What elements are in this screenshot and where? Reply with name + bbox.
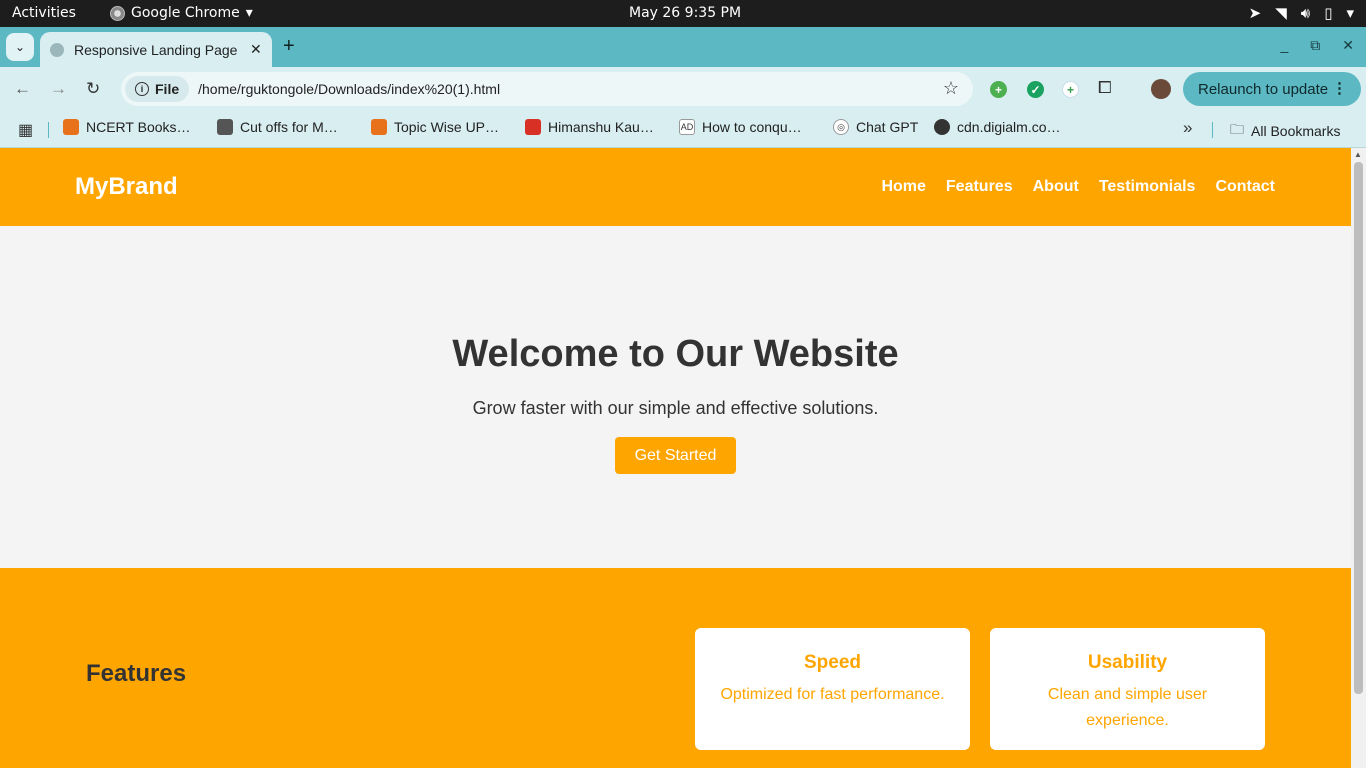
- bookmark-label: Himanshu Kau…: [548, 119, 654, 135]
- app-menu[interactable]: Google Chrome ▾: [110, 5, 253, 21]
- feature-card: Speed Optimized for fast performance.: [695, 628, 970, 750]
- clock[interactable]: May 26 9:35 PM: [629, 5, 741, 21]
- bookmark-favicon-icon: AD: [679, 119, 695, 135]
- new-tab-button[interactable]: +: [283, 35, 295, 58]
- hero-heading: Welcome to Our Website: [452, 333, 899, 375]
- more-bookmarks-icon[interactable]: »: [1183, 118, 1192, 138]
- nav-link-about[interactable]: About: [1033, 178, 1079, 196]
- site-nav: Home Features About Testimonials Contact: [881, 178, 1275, 196]
- extension-plus-icon[interactable]: +: [990, 81, 1007, 98]
- nav-link-features[interactable]: Features: [946, 178, 1013, 196]
- volume-icon[interactable]: 🔊︎: [1301, 4, 1310, 22]
- folder-icon: 🗀: [1230, 121, 1244, 137]
- address-bar[interactable]: i File /home/rguktongole/Downloads/index…: [121, 72, 973, 106]
- restore-icon[interactable]: ⧉: [1310, 37, 1320, 54]
- window-controls: _ ⧉ ✕: [1280, 37, 1354, 54]
- feature-title: Usability: [1087, 652, 1168, 673]
- nav-link-home[interactable]: Home: [881, 178, 925, 196]
- browser-toolbar: ← → ↻ i File /home/rguktongole/Downloads…: [0, 67, 1366, 112]
- bookmark-favicon-icon: [371, 119, 387, 135]
- url-text[interactable]: /home/rguktongole/Downloads/index%20(1).…: [198, 81, 500, 97]
- scroll-up-icon[interactable]: ▲: [1354, 150, 1362, 159]
- bookmark-favicon-icon: ◎: [833, 119, 849, 135]
- bookmark-favicon-icon: [217, 119, 233, 135]
- bookmark-favicon-icon: [63, 119, 79, 135]
- features-heading: Features: [86, 660, 187, 687]
- bookmark-label: NCERT Books…: [86, 119, 191, 135]
- bookmark-label: Cut offs for M…: [240, 119, 338, 135]
- bookmarks-divider: [1212, 122, 1213, 138]
- bookmarks-divider: [48, 122, 49, 138]
- extension-add-icon[interactable]: +: [1062, 81, 1079, 98]
- bookmark-item[interactable]: NCERT Books…: [63, 119, 191, 135]
- feature-title: Speed: [803, 652, 862, 673]
- globe-icon: [934, 119, 950, 135]
- bookmark-item[interactable]: cdn.digialm.co…: [934, 119, 1061, 135]
- bookmark-label: Chat GPT: [856, 119, 919, 135]
- forward-icon[interactable]: →: [50, 79, 67, 99]
- activities-button[interactable]: Activities: [12, 5, 76, 21]
- feature-text: Optimized for fast performance.: [720, 686, 945, 703]
- nav-link-testimonials[interactable]: Testimonials: [1099, 178, 1196, 196]
- bookmark-item[interactable]: Topic Wise UP…: [371, 119, 499, 135]
- site-info-chip[interactable]: i File: [125, 76, 190, 102]
- tab-strip: ⌄ Responsive Landing Page ✕ + _ ⧉ ✕: [0, 27, 1366, 67]
- tab-title: Responsive Landing Page: [74, 41, 238, 58]
- tab-search-button[interactable]: ⌄: [6, 33, 34, 61]
- system-top-bar: Activities Google Chrome ▾ May 26 9:35 P…: [0, 0, 1366, 27]
- system-tray[interactable]: ➤ ◥ 🔊︎ ▯ ▾: [1249, 4, 1354, 22]
- caret-down-icon: ▾: [245, 5, 253, 21]
- site-brand[interactable]: MyBrand: [75, 173, 178, 201]
- reload-icon[interactable]: ↻: [86, 79, 100, 99]
- nav-link-contact[interactable]: Contact: [1215, 178, 1275, 196]
- features-section: Features Speed Optimized for fast perfor…: [0, 568, 1351, 768]
- wifi-icon[interactable]: ◥: [1275, 4, 1287, 22]
- close-tab-icon[interactable]: ✕: [250, 41, 262, 58]
- get-started-button[interactable]: Get Started: [615, 437, 736, 474]
- bookmarks-bar: ▦ NCERT Books… Cut offs for M… Topic Wis…: [0, 112, 1366, 148]
- bookmark-label: Topic Wise UP…: [394, 119, 500, 135]
- close-window-icon[interactable]: ✕: [1342, 37, 1354, 54]
- hero-section: Welcome to Our Website Grow faster with …: [0, 226, 1351, 568]
- all-bookmarks-button[interactable]: 🗀 All Bookmarks: [1230, 119, 1340, 143]
- info-icon: i: [135, 82, 149, 96]
- back-icon[interactable]: ←: [14, 79, 31, 99]
- bookmark-label: How to conqu…: [702, 119, 802, 135]
- chevron-down-icon: ⌄: [14, 40, 26, 54]
- battery-icon[interactable]: ▯: [1324, 4, 1332, 22]
- extensions-icon[interactable]: ⧠: [1098, 78, 1112, 98]
- bookmark-item[interactable]: ◎ Chat GPT: [833, 119, 918, 135]
- relaunch-button[interactable]: Relaunch to update ⋮: [1183, 72, 1361, 106]
- page-viewport: MyBrand Home Features About Testimonials…: [0, 148, 1366, 768]
- bookmark-label: cdn.digialm.co…: [957, 119, 1061, 135]
- apps-grid-icon[interactable]: ▦: [18, 120, 33, 140]
- bookmark-item[interactable]: Cut offs for M…: [217, 119, 338, 135]
- profile-avatar[interactable]: [1151, 79, 1171, 99]
- bookmark-favicon-icon: [525, 119, 541, 135]
- bookmark-item[interactable]: AD How to conqu…: [679, 119, 802, 135]
- app-name: Google Chrome: [131, 5, 240, 21]
- bookmark-star-icon[interactable]: ☆: [943, 78, 959, 99]
- scrollbar-thumb[interactable]: [1354, 162, 1363, 694]
- relaunch-label: Relaunch to update: [1198, 80, 1329, 98]
- minimize-icon[interactable]: _: [1280, 37, 1288, 54]
- site-header: MyBrand Home Features About Testimonials…: [0, 148, 1351, 226]
- feature-card: Usability Clean and simple user experien…: [990, 628, 1265, 750]
- all-bookmarks-label: All Bookmarks: [1251, 123, 1341, 139]
- chrome-icon: [110, 5, 125, 21]
- globe-icon: [50, 42, 64, 57]
- page-scrollbar[interactable]: ▲: [1351, 148, 1366, 768]
- browser-tab[interactable]: Responsive Landing Page ✕: [40, 32, 272, 67]
- menu-dots-icon: ⋮: [1332, 80, 1347, 97]
- shield-extension-icon[interactable]: ✓: [1027, 81, 1044, 98]
- bookmark-item[interactable]: Himanshu Kau…: [525, 119, 654, 135]
- feature-text: Clean and simple user experience.: [1047, 686, 1208, 729]
- hero-subheading: Grow faster with our simple and effectiv…: [472, 398, 879, 418]
- chevron-down-icon[interactable]: ▾: [1346, 4, 1354, 22]
- site-info-label: File: [155, 81, 180, 97]
- telegram-icon[interactable]: ➤: [1249, 4, 1262, 22]
